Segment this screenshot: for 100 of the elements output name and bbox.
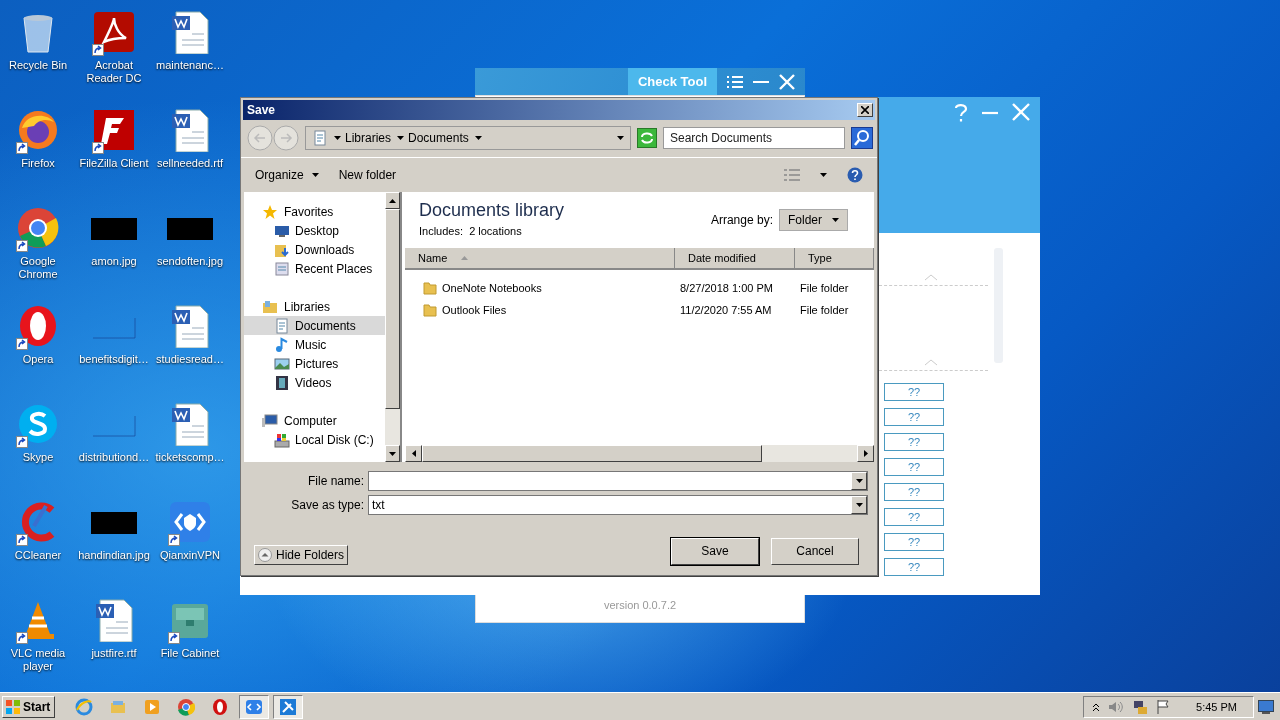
- breadcrumb[interactable]: Libraries: [334, 131, 392, 145]
- desktop-icon[interactable]: studiesread…: [152, 300, 228, 398]
- clock[interactable]: 5:45 PM: [1196, 700, 1237, 713]
- nav-group[interactable]: Favorites: [244, 202, 385, 221]
- nav-group[interactable]: Libraries: [244, 297, 385, 316]
- date-cell-text: 11/2/2020 7:55 AM: [679, 304, 773, 316]
- file-name: Outlook Files: [442, 304, 507, 316]
- search-icon[interactable]: [851, 127, 873, 149]
- disk-drive-icon: [274, 431, 290, 448]
- desktop-icon[interactable]: QianxinVPN: [152, 496, 228, 594]
- desktop-icon[interactable]: Acrobat Reader DC: [76, 6, 152, 104]
- version-text: version 0.0.7.2: [603, 599, 677, 611]
- browser-icon: [75, 697, 94, 716]
- desktop-icon[interactable]: Skype: [0, 398, 76, 496]
- caret-icon: [855, 503, 863, 507]
- address-bar[interactable]: Libraries Documents: [305, 126, 631, 150]
- dialog-button[interactable]: Save: [671, 537, 759, 565]
- field-label: File name:: [306, 474, 364, 488]
- sort-arrow-icon: [461, 256, 469, 260]
- taskbar-app-button[interactable]: [239, 694, 270, 719]
- column-header[interactable]: Date modified: [675, 248, 795, 268]
- scrollbar[interactable]: [405, 445, 874, 462]
- hide-folders-button[interactable]: Hide Folders: [254, 545, 349, 565]
- date-cell-text: 8/27/2018 1:00 PM: [679, 282, 774, 294]
- media-player-icon: [143, 697, 162, 716]
- desktop-icon[interactable]: benefitsdigit…: [76, 300, 152, 398]
- folder-icon: [423, 281, 437, 295]
- nav-item[interactable]: Music: [244, 335, 385, 354]
- shield-app-icon: [168, 500, 212, 544]
- nav-item[interactable]: Pictures: [244, 354, 385, 373]
- nav-item[interactable]: Videos: [244, 373, 385, 392]
- arrange-dropdown[interactable]: Folder: [779, 209, 848, 231]
- desktop-icon[interactable]: Recycle Bin: [0, 6, 76, 104]
- desktop-icon[interactable]: sellneeded.rtf: [152, 104, 228, 202]
- organize-button[interactable]: Organize: [255, 168, 319, 182]
- show-desktop-icon[interactable]: [1258, 699, 1274, 714]
- close-icon[interactable]: [1012, 103, 1030, 121]
- desktop-icon[interactable]: justfire.rtf: [76, 594, 152, 692]
- nav-item[interactable]: Documents: [244, 316, 385, 335]
- column-header[interactable]: Name: [405, 248, 675, 268]
- option-button[interactable]: ??: [884, 483, 944, 501]
- file-row[interactable]: OneNote Notebooks 8/27/2018 1:00 PM File folder: [405, 277, 874, 299]
- desktop-icon[interactable]: File Cabinet: [152, 594, 228, 692]
- option-button[interactable]: ??: [884, 458, 944, 476]
- help-icon[interactable]: [847, 167, 863, 183]
- flag-icon[interactable]: [1156, 698, 1171, 715]
- file-name-field[interactable]: [368, 471, 868, 491]
- refresh-icon[interactable]: [637, 128, 657, 148]
- desktop-icon[interactable]: handindian.jpg: [76, 496, 152, 594]
- desktop-icon[interactable]: FileZilla Client: [76, 104, 152, 202]
- desktop-icon[interactable]: distributiond…: [76, 398, 152, 496]
- column-header[interactable]: Type: [795, 248, 874, 268]
- network-icon[interactable]: [1132, 698, 1149, 715]
- desktop-icon[interactable]: VLC media player: [0, 594, 76, 692]
- desktop-icon[interactable]: Firefox: [0, 104, 76, 202]
- nav-item[interactable]: Recent Places: [244, 259, 385, 278]
- option-button[interactable]: ??: [884, 433, 944, 451]
- help-icon[interactable]: [954, 103, 968, 123]
- file-type-dropdown[interactable]: txt: [368, 495, 868, 515]
- menu-icon[interactable]: [727, 74, 743, 89]
- start-button[interactable]: Start: [2, 695, 56, 718]
- arrow-left-icon: [411, 450, 416, 457]
- file-row[interactable]: Outlook Files 11/2/2020 7:55 AM File folder: [405, 299, 874, 321]
- nav-group[interactable]: Computer: [244, 411, 385, 430]
- music-note-icon: [274, 336, 290, 353]
- speaker-icon[interactable]: [1108, 699, 1125, 714]
- library-title: Documents library: [419, 200, 565, 221]
- caret-icon: [820, 173, 827, 177]
- desktop-icon[interactable]: Google Chrome: [0, 202, 76, 300]
- document-icon: [274, 317, 290, 334]
- nav-item[interactable]: Downloads: [244, 240, 385, 259]
- desktop-icon[interactable]: amon.jpg: [76, 202, 152, 300]
- option-button[interactable]: ??: [884, 558, 944, 576]
- close-button[interactable]: [857, 103, 873, 117]
- option-button[interactable]: ??: [884, 508, 944, 526]
- taskbar-app-button[interactable]: [273, 694, 304, 719]
- field-label: Save as type:: [290, 498, 364, 512]
- chevron-up-icon[interactable]: [1092, 701, 1101, 712]
- browser-icon: [177, 697, 196, 716]
- window-title: Save: [247, 103, 276, 117]
- close-icon[interactable]: [779, 73, 795, 90]
- nav-item[interactable]: Desktop: [244, 221, 385, 240]
- window-title: Check Tool: [627, 68, 717, 95]
- nav-item[interactable]: Local Disk (C:): [244, 430, 385, 449]
- dialog-button[interactable]: Cancel: [771, 537, 859, 565]
- new-folder-button[interactable]: New folder: [338, 168, 397, 182]
- desktop-icon[interactable]: maintenanc…: [152, 6, 228, 104]
- scrollbar[interactable]: [385, 192, 402, 462]
- library-icon: [262, 298, 278, 315]
- breadcrumb[interactable]: Documents: [397, 131, 469, 145]
- arrange-label: Arrange by:: [710, 213, 773, 227]
- desktop-icon[interactable]: Opera: [0, 300, 76, 398]
- option-button[interactable]: ??: [884, 383, 944, 401]
- desktop-icon[interactable]: ticketscomp…: [152, 398, 228, 496]
- option-button[interactable]: ??: [884, 533, 944, 551]
- search-field[interactable]: Search Documents: [663, 127, 845, 149]
- option-button[interactable]: ??: [884, 408, 944, 426]
- desktop-icon[interactable]: CCleaner: [0, 496, 76, 594]
- desktop-icon[interactable]: sendoften.jpg: [152, 202, 228, 300]
- document-icon: [312, 130, 328, 146]
